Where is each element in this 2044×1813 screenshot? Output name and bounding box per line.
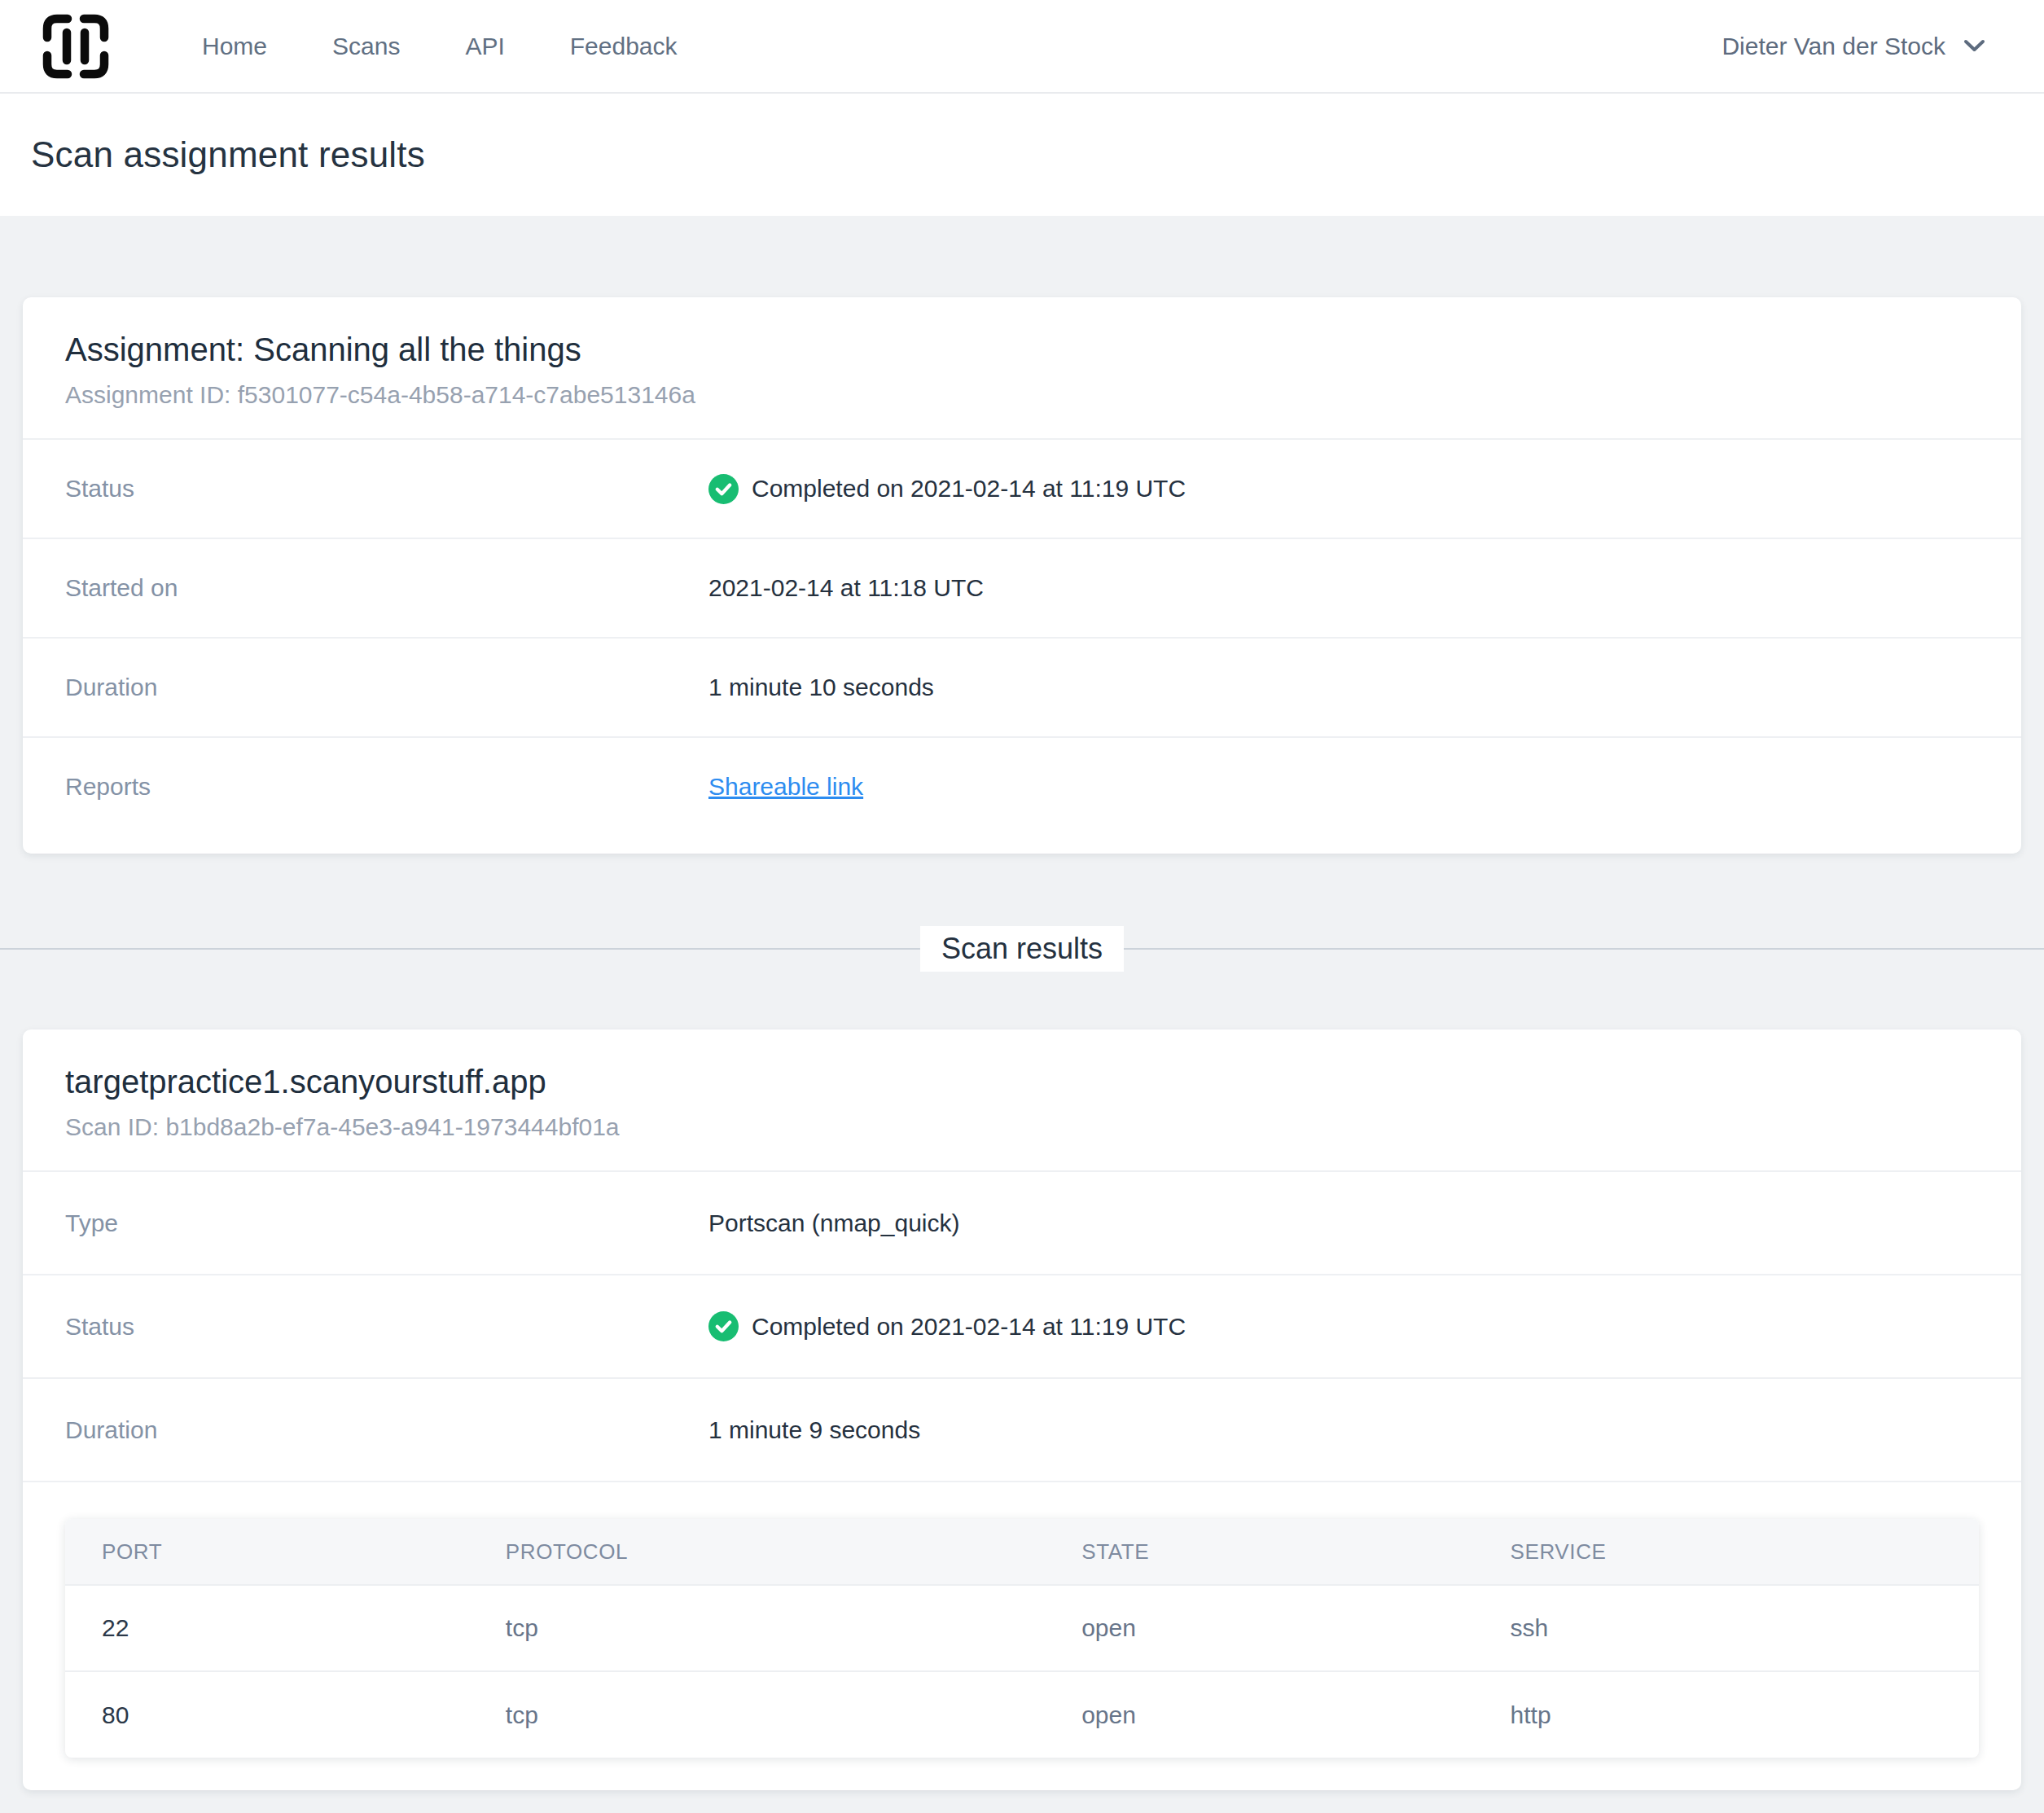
- cell-port: 80: [65, 1671, 469, 1758]
- col-header-protocol: PROTOCOL: [469, 1519, 1045, 1585]
- user-menu[interactable]: Dieter Van der Stock: [1722, 33, 1985, 60]
- detail-row-status: Status Completed on 2021-02-14 at 11:19 …: [23, 438, 2021, 538]
- scan-results-table: PORT PROTOCOL STATE SERVICE 22 tcp open …: [65, 1519, 1979, 1758]
- row-label: Reports: [23, 773, 708, 801]
- row-label: Status: [23, 475, 708, 503]
- table-row: 80 tcp open http: [65, 1671, 1979, 1758]
- detail-row-reports: Reports Shareable link: [23, 736, 2021, 854]
- col-header-service: SERVICE: [1474, 1519, 1979, 1585]
- col-header-port: PORT: [65, 1519, 469, 1585]
- row-label: Started on: [23, 574, 708, 602]
- row-label: Status: [23, 1313, 708, 1341]
- scan-card-header: targetpractice1.scanyourstuff.app Scan I…: [23, 1029, 2021, 1170]
- detail-row-duration: Duration 1 minute 10 seconds: [23, 637, 2021, 736]
- row-value: Shareable link: [708, 773, 863, 801]
- app-logo-icon[interactable]: [39, 11, 112, 82]
- status-completed-icon: [708, 474, 739, 504]
- page-header: Scan assignment results: [0, 94, 2044, 216]
- page-title: Scan assignment results: [31, 134, 425, 175]
- nav-link-api[interactable]: API: [432, 33, 537, 60]
- nav-link-home[interactable]: Home: [169, 33, 300, 60]
- chevron-down-icon: [1963, 39, 1985, 53]
- row-value: Completed on 2021-02-14 at 11:19 UTC: [708, 1311, 1186, 1341]
- detail-row-type: Type Portscan (nmap_quick): [23, 1170, 2021, 1274]
- main-content: Assignment: Scanning all the things Assi…: [0, 216, 2044, 1790]
- assignment-card-header: Assignment: Scanning all the things Assi…: [23, 297, 2021, 438]
- detail-row-started: Started on 2021-02-14 at 11:18 UTC: [23, 538, 2021, 637]
- section-divider-label: Scan results: [920, 926, 1124, 972]
- table-header-row: PORT PROTOCOL STATE SERVICE: [65, 1519, 1979, 1585]
- row-value: 1 minute 9 seconds: [708, 1416, 920, 1444]
- row-label: Duration: [23, 674, 708, 701]
- cell-service: ssh: [1474, 1585, 1979, 1671]
- col-header-state: STATE: [1045, 1519, 1473, 1585]
- assignment-title: Assignment: Scanning all the things: [65, 331, 1979, 368]
- assignment-id: Assignment ID: f5301077-c54a-4b58-a714-c…: [65, 381, 1979, 409]
- row-value: 2021-02-14 at 11:18 UTC: [708, 574, 984, 602]
- scan-results-table-wrap: PORT PROTOCOL STATE SERVICE 22 tcp open …: [23, 1481, 2021, 1790]
- cell-state: open: [1045, 1585, 1473, 1671]
- table-row: 22 tcp open ssh: [65, 1585, 1979, 1671]
- user-name: Dieter Van der Stock: [1722, 33, 1945, 60]
- section-divider: Scan results: [0, 926, 2044, 972]
- row-label: Type: [23, 1209, 708, 1237]
- cell-protocol: tcp: [469, 1585, 1045, 1671]
- detail-row-duration: Duration 1 minute 9 seconds: [23, 1377, 2021, 1481]
- nav-link-scans[interactable]: Scans: [300, 33, 432, 60]
- status-completed-icon: [708, 1311, 739, 1341]
- row-label: Duration: [23, 1416, 708, 1444]
- scan-title: targetpractice1.scanyourstuff.app: [65, 1064, 1979, 1100]
- scan-card: targetpractice1.scanyourstuff.app Scan I…: [23, 1029, 2021, 1790]
- navbar: Home Scans API Feedback Dieter Van der S…: [0, 0, 2044, 94]
- nav-link-feedback[interactable]: Feedback: [537, 33, 710, 60]
- row-value: Completed on 2021-02-14 at 11:19 UTC: [708, 474, 1186, 504]
- status-text: Completed on 2021-02-14 at 11:19 UTC: [752, 475, 1186, 503]
- row-value: Portscan (nmap_quick): [708, 1209, 959, 1237]
- cell-protocol: tcp: [469, 1671, 1045, 1758]
- scan-id: Scan ID: b1bd8a2b-ef7a-45e3-a941-1973444…: [65, 1113, 1979, 1141]
- detail-row-status: Status Completed on 2021-02-14 at 11:19 …: [23, 1274, 2021, 1377]
- cell-service: http: [1474, 1671, 1979, 1758]
- row-value: 1 minute 10 seconds: [708, 674, 934, 701]
- status-text: Completed on 2021-02-14 at 11:19 UTC: [752, 1313, 1186, 1341]
- assignment-card: Assignment: Scanning all the things Assi…: [23, 297, 2021, 854]
- shareable-link[interactable]: Shareable link: [708, 773, 863, 801]
- cell-state: open: [1045, 1671, 1473, 1758]
- nav-links: Home Scans API Feedback: [169, 33, 710, 60]
- cell-port: 22: [65, 1585, 469, 1671]
